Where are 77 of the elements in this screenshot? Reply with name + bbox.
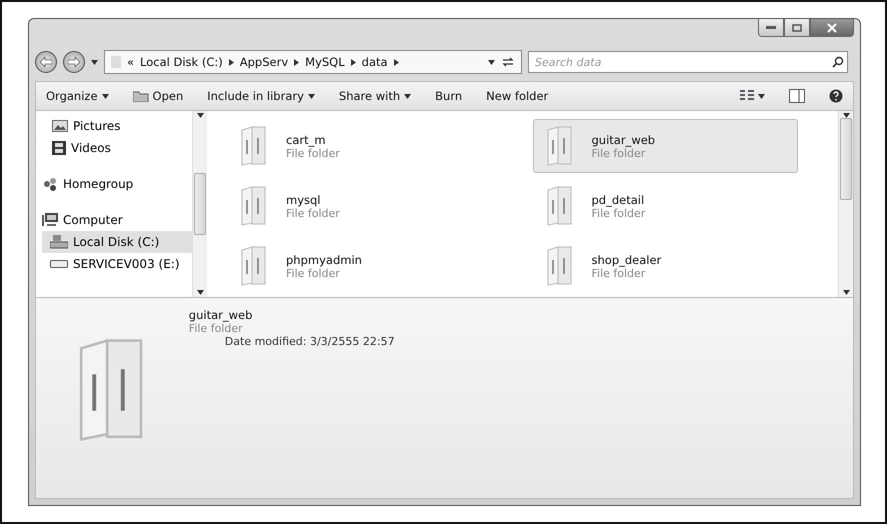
folder-type: File folder bbox=[592, 206, 646, 220]
sidebar-item[interactable]: Pictures bbox=[42, 115, 192, 137]
sidebar-item[interactable]: Computer bbox=[42, 209, 192, 231]
refresh-icon[interactable] bbox=[501, 56, 515, 68]
caret-icon bbox=[842, 290, 850, 295]
toolbar-button[interactable]: Burn bbox=[435, 89, 462, 103]
breadcrumb[interactable]: data bbox=[362, 55, 388, 69]
caret-icon bbox=[758, 94, 765, 98]
sidebar-item[interactable]: Homegroup bbox=[42, 173, 192, 195]
sidebar-scrollbar[interactable] bbox=[192, 111, 207, 297]
folder-item[interactable]: cart_m File folder bbox=[227, 119, 492, 173]
sidebar-item[interactable]: SERVICEV003 (E:) bbox=[42, 253, 192, 275]
dropdown-caret-icon bbox=[488, 60, 495, 64]
folder-item[interactable]: phpmyadmin File folder bbox=[227, 239, 492, 293]
close-button[interactable] bbox=[810, 19, 854, 37]
breadcrumb[interactable]: AppServ bbox=[240, 55, 288, 69]
sidebar-item[interactable]: Videos bbox=[42, 137, 192, 159]
preview-pane-icon[interactable] bbox=[789, 89, 805, 103]
folder-type: File folder bbox=[286, 146, 340, 160]
content-scrollbar[interactable] bbox=[838, 111, 853, 297]
caret-icon bbox=[404, 94, 412, 98]
folder-type: File folder bbox=[286, 206, 340, 220]
toolbar-button[interactable]: Share with bbox=[338, 89, 412, 103]
maximize-button[interactable] bbox=[784, 19, 810, 37]
film-icon bbox=[52, 141, 66, 155]
chevron-icon bbox=[394, 58, 399, 66]
minimize-icon bbox=[766, 26, 776, 29]
folder-name: phpmyadmin bbox=[286, 252, 362, 266]
toolbar-button[interactable]: Organize bbox=[46, 89, 109, 103]
breadcrumb[interactable]: Local Disk (C:) bbox=[140, 55, 223, 69]
date-modified: Date modified: 3/3/2555 22:57 bbox=[224, 335, 395, 348]
toolbar-button[interactable]: Open bbox=[132, 89, 184, 103]
arrow-left-icon bbox=[40, 57, 52, 67]
sidebar-item[interactable]: Local Disk (C:) bbox=[42, 231, 192, 253]
toolbar-button[interactable]: Include in library bbox=[207, 89, 315, 103]
arrow-right-icon bbox=[68, 57, 80, 67]
drive-icon bbox=[50, 259, 68, 269]
chevron-icon bbox=[228, 58, 234, 66]
details-type: File folder bbox=[188, 322, 244, 335]
view-options-button[interactable] bbox=[740, 90, 765, 102]
folder-type: File folder bbox=[286, 266, 341, 280]
folder-name: shop_dealer bbox=[592, 252, 662, 266]
folder-name: pd_detail bbox=[592, 192, 646, 206]
history-caret-icon bbox=[91, 60, 98, 64]
disk-drive-icon bbox=[50, 235, 68, 249]
caret-icon bbox=[196, 113, 204, 118]
folder-item[interactable]: shop_dealer File folder bbox=[532, 239, 798, 293]
caret-icon bbox=[196, 290, 204, 295]
search-field[interactable]: Search data bbox=[528, 51, 848, 73]
folder-name: guitar_web bbox=[592, 132, 656, 146]
breadcrumb[interactable]: MySQL bbox=[305, 55, 345, 69]
view-list-icon bbox=[740, 90, 754, 102]
folder-item[interactable]: pd_detail File folder bbox=[532, 179, 798, 233]
address-bar[interactable]: « Local Disk (C:) AppServ MySQL data bbox=[104, 50, 522, 74]
computer-icon bbox=[42, 213, 58, 227]
caret-icon bbox=[102, 94, 109, 98]
folder-type: File folder bbox=[592, 146, 646, 160]
folder-name: mysql bbox=[286, 192, 322, 206]
forward-button[interactable] bbox=[63, 51, 85, 73]
breadcrumb-overflow[interactable]: « bbox=[127, 55, 134, 69]
close-icon bbox=[827, 22, 837, 32]
picture-frame-icon bbox=[52, 120, 68, 132]
maximize-icon bbox=[792, 24, 802, 32]
homegroup-icon bbox=[42, 176, 58, 192]
chevron-icon bbox=[294, 58, 300, 66]
folder-item[interactable]: mysql File folder bbox=[227, 179, 492, 233]
chevron-icon bbox=[350, 58, 356, 66]
open-folder-icon bbox=[132, 90, 149, 102]
toolbar-button[interactable]: New folder bbox=[486, 89, 548, 103]
folder-item[interactable]: guitar_web File folder bbox=[532, 119, 798, 173]
minimize-button[interactable] bbox=[758, 19, 784, 37]
help-icon[interactable] bbox=[829, 89, 843, 103]
folder-name: cart_m bbox=[286, 132, 327, 146]
back-button[interactable] bbox=[35, 51, 57, 73]
details-name: guitar_web bbox=[188, 308, 254, 322]
folder-type: File folder bbox=[592, 266, 646, 280]
caret-icon bbox=[308, 94, 315, 98]
